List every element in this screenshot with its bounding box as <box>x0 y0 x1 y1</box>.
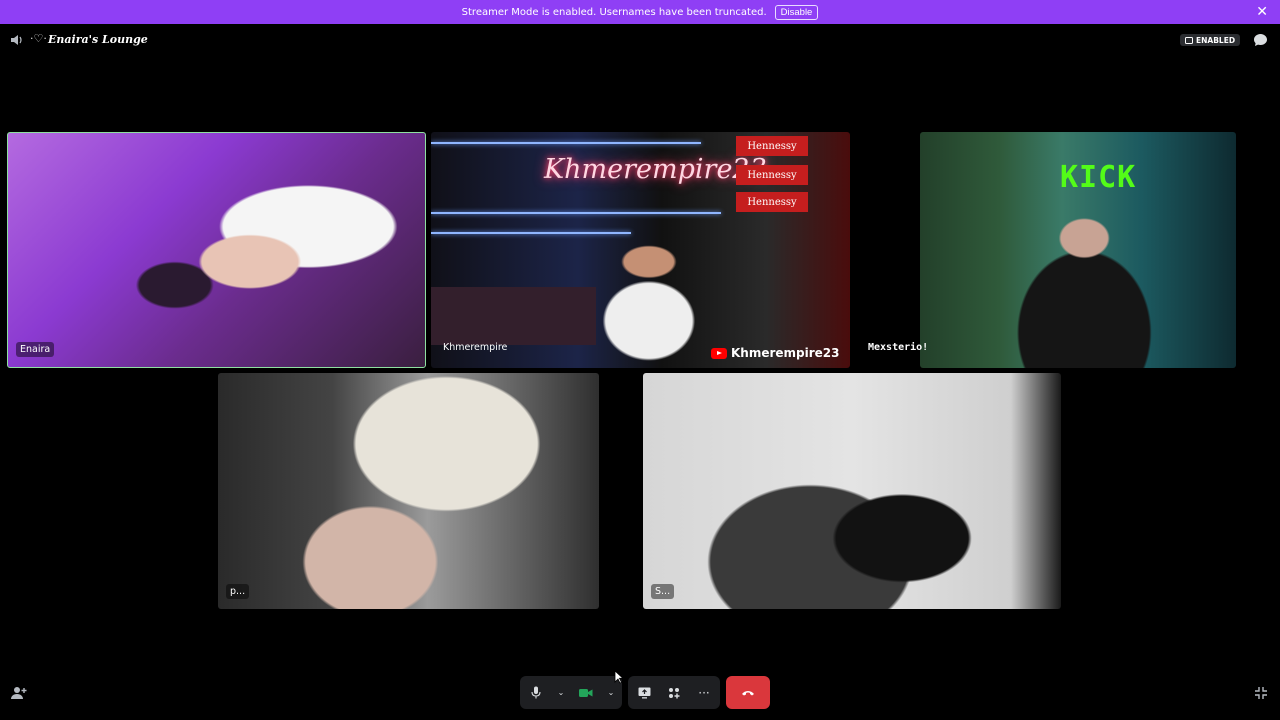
neon-light-bar <box>431 232 631 234</box>
camera-icon <box>579 688 593 697</box>
stream-thumbnails <box>431 287 596 345</box>
activities-button[interactable] <box>664 683 684 703</box>
mic-camera-group: ⌄ ⌄ <box>520 676 622 709</box>
streamer-mode-badge[interactable]: ENABLED <box>1180 34 1241 46</box>
badge-label: ENABLED <box>1196 35 1236 45</box>
activities-rocket-icon <box>669 687 680 698</box>
microphone-icon <box>531 686 541 699</box>
participant-name: Khmerempire <box>443 342 508 353</box>
screen-share-button[interactable] <box>634 683 654 703</box>
neon-light-bar <box>431 142 701 144</box>
microphone-options-chevron-icon[interactable]: ⌄ <box>556 683 566 703</box>
voice-channel-speaker-icon <box>11 35 22 45</box>
hennessy-box: Hennessy <box>736 136 808 156</box>
youtube-overlay: Khmerempire23 <box>711 346 840 360</box>
streamer-mode-message: Streamer Mode is enabled. Usernames have… <box>461 6 767 18</box>
hennessy-box: Hennessy <box>736 192 808 212</box>
disable-streamer-mode-button[interactable]: Disable <box>774 4 819 20</box>
screen-share-icon <box>638 687 650 698</box>
mouse-cursor-icon <box>614 670 624 684</box>
activity-group: ··· <box>628 676 720 709</box>
microphone-button[interactable] <box>526 683 546 703</box>
participant-overlay-name: Mexsterio! <box>868 342 929 353</box>
streamer-mode-banner: Streamer Mode is enabled. Usernames have… <box>0 0 1280 24</box>
channel-header: ·♡· Enaira's Lounge ENABLED <box>0 30 1280 52</box>
channel-glyph: ·♡· <box>30 32 47 45</box>
camera-options-chevron-icon[interactable]: ⌄ <box>606 683 616 703</box>
participant-name: p... <box>226 584 250 599</box>
kick-banner: KICK <box>1060 160 1137 195</box>
youtube-icon <box>711 347 727 359</box>
video-tile-mexsterio[interactable]: KICK Mexsterio! <box>868 132 1236 368</box>
video-tile-p[interactable]: p... <box>218 373 599 609</box>
exit-fullscreen-icon[interactable] <box>1254 686 1268 700</box>
camera-button[interactable] <box>576 683 596 703</box>
close-banner-icon[interactable]: ✕ <box>1256 4 1268 20</box>
disconnect-button[interactable] <box>726 676 770 709</box>
hennessy-box: Hennessy <box>736 165 808 185</box>
call-controls: ⌄ ⌄ ··· <box>520 676 770 709</box>
video-tile-s[interactable]: S... <box>643 373 1061 609</box>
video-tile-enaira[interactable]: Enaira <box>7 132 426 368</box>
participant-name: Enaira <box>16 342 55 357</box>
youtube-channel-name: Khmerempire23 <box>731 346 840 360</box>
video-tile-khmerempire[interactable]: Khmerempire23 Hennessy Hennessy Hennessy… <box>431 132 850 368</box>
neon-sign: Khmerempire23 <box>544 154 767 185</box>
chat-bubble-icon[interactable] <box>1253 33 1268 47</box>
neon-light-bar <box>431 212 721 214</box>
add-people-icon[interactable] <box>11 686 27 700</box>
participant-name: S... <box>651 584 675 599</box>
channel-title: Enaira's Lounge <box>48 33 148 46</box>
hang-up-phone-icon <box>742 691 754 696</box>
more-options-button[interactable]: ··· <box>694 683 714 703</box>
badge-icon <box>1185 36 1193 44</box>
